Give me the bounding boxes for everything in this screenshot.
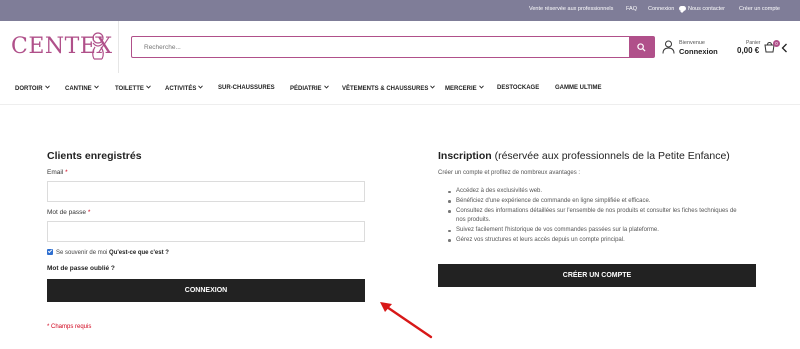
remember-me-help-link[interactable]: Qu'est-ce que c'est ? — [109, 250, 169, 256]
topbar-link-pro-sales[interactable]: Vente réservée aux professionnels — [529, 6, 613, 12]
remember-me-checkbox[interactable] — [47, 249, 53, 255]
forgot-password-link[interactable]: Mot de passe oublié ? — [47, 265, 115, 272]
account-link[interactable]: Bienvenue Connexion — [662, 38, 724, 60]
benefit-item: Consultez des informations détaillées su… — [448, 207, 738, 227]
user-greeting: Bienvenue — [679, 40, 705, 46]
remember-me: Se souvenir de moi Qu'est-ce que c'est ? — [47, 249, 169, 256]
benefit-item: Bénéficiez d'une expérience de commande … — [448, 197, 738, 207]
topbar-contact-label: Nous contacter — [688, 6, 725, 12]
login-title: Clients enregistrés — [47, 150, 142, 162]
register-title: Inscription (réservée aux professionnels… — [438, 150, 730, 162]
annotation-arrow-icon — [380, 302, 433, 339]
mini-cart[interactable]: Panier 0,00 € 0 — [736, 38, 780, 60]
nav-item-label: ACTIVITÉS — [165, 86, 197, 92]
search-icon — [637, 42, 646, 52]
nav-item-activites[interactable]: ACTIVITÉS — [165, 85, 204, 92]
nav-item-label: TOILETTE — [115, 86, 144, 92]
chevron-left-icon[interactable] — [781, 43, 788, 53]
nav-item-label: PÉDIATRIE — [290, 86, 322, 92]
chevron-down-icon — [146, 85, 151, 89]
benefit-item: Suivez facilement l'historique de vos co… — [448, 226, 738, 236]
register-title-rest: (réservée aux professionnels de la Petit… — [491, 150, 730, 162]
topbar-link-contact[interactable]: Nous contacter — [679, 6, 725, 13]
chat-icon — [679, 6, 686, 13]
benefit-item: Accédez à des exclusivités web. — [448, 187, 738, 197]
nav-item-toilette[interactable]: TOILETTE — [115, 85, 151, 92]
topbar-link-faq[interactable]: FAQ — [626, 6, 637, 12]
required-star: * — [65, 169, 68, 176]
required-star: * — [87, 209, 91, 216]
login-submit-button[interactable]: CONNEXION — [47, 279, 365, 302]
baby-mascot-icon — [92, 32, 104, 60]
nav-item-label: MERCERIE — [445, 86, 477, 92]
chevron-down-icon — [323, 85, 329, 89]
cart-count-badge: 0 — [773, 40, 780, 47]
password-field[interactable] — [47, 221, 365, 242]
nav-item-label: DORTOIR — [15, 86, 43, 92]
nav-item-label: GAMME ULTIME — [555, 85, 602, 91]
top-bar: Vente réservée aux professionnels FAQ Co… — [0, 0, 800, 21]
email-label-text: Email — [47, 169, 64, 176]
nav-item-gamme-ultime[interactable]: GAMME ULTIME — [555, 85, 602, 91]
chevron-down-icon — [430, 85, 436, 89]
create-account-button[interactable]: CRÉER UN COMPTE — [438, 264, 756, 287]
search-button[interactable] — [629, 37, 654, 57]
nav-item-label: VÊTEMENTS & CHAUSSURES — [342, 86, 429, 92]
cart-total: 0,00 € — [737, 46, 760, 55]
nav-item-destockage[interactable]: DESTOCKAGE — [497, 85, 539, 91]
site-header: CENTEX Bienvenue Connexion Panier 0,00 € — [0, 21, 800, 73]
nav-item-label: CANTINE — [65, 86, 92, 92]
nav-item-mercerie[interactable]: MERCERIE — [445, 85, 484, 92]
password-label-text: Mot de passe — [47, 209, 87, 216]
chevron-down-icon — [478, 85, 484, 89]
email-label: Email * — [47, 169, 68, 176]
nav-item-vetements[interactable]: VÊTEMENTS & CHAUSSURES — [342, 85, 436, 92]
register-title-bold: Inscription — [438, 150, 492, 162]
user-login-label: Connexion — [679, 47, 718, 56]
header-divider — [118, 21, 119, 73]
nav-item-cantine[interactable]: CANTINE — [65, 85, 99, 92]
chevron-down-icon — [198, 85, 204, 89]
benefit-item: Gérez vos structures et leurs accès depu… — [448, 236, 738, 246]
nav-item-label: SUR-CHAUSSURES — [218, 85, 275, 91]
email-field[interactable] — [47, 181, 365, 202]
main-nav: DORTOIR CANTINE TOILETTE ACTIVITÉS SUR-C… — [0, 73, 800, 105]
search-bar — [131, 36, 655, 58]
search-input[interactable] — [132, 37, 630, 57]
register-intro: Créer un compte et profitez de nombreux … — [438, 170, 581, 176]
benefits-list: Accédez à des exclusivités web. Bénéfici… — [448, 187, 738, 246]
nav-item-dortoir[interactable]: DORTOIR — [15, 85, 50, 92]
chevron-down-icon — [44, 85, 50, 89]
required-fields-note: * Champs requis — [47, 324, 92, 330]
nav-item-label: DESTOCKAGE — [497, 85, 540, 91]
chevron-down-icon — [93, 85, 99, 89]
password-label: Mot de passe * — [47, 209, 90, 216]
topbar-link-login[interactable]: Connexion — [648, 6, 674, 12]
remember-me-label: Se souvenir de moi — [56, 250, 108, 256]
user-icon — [662, 40, 675, 54]
nav-item-sur-chaussures[interactable]: SUR-CHAUSSURES — [218, 85, 275, 91]
site-logo[interactable]: CENTEX — [11, 31, 112, 63]
nav-item-pediatrie[interactable]: PÉDIATRIE — [290, 85, 329, 92]
topbar-link-create-account[interactable]: Créer un compte — [739, 6, 780, 12]
